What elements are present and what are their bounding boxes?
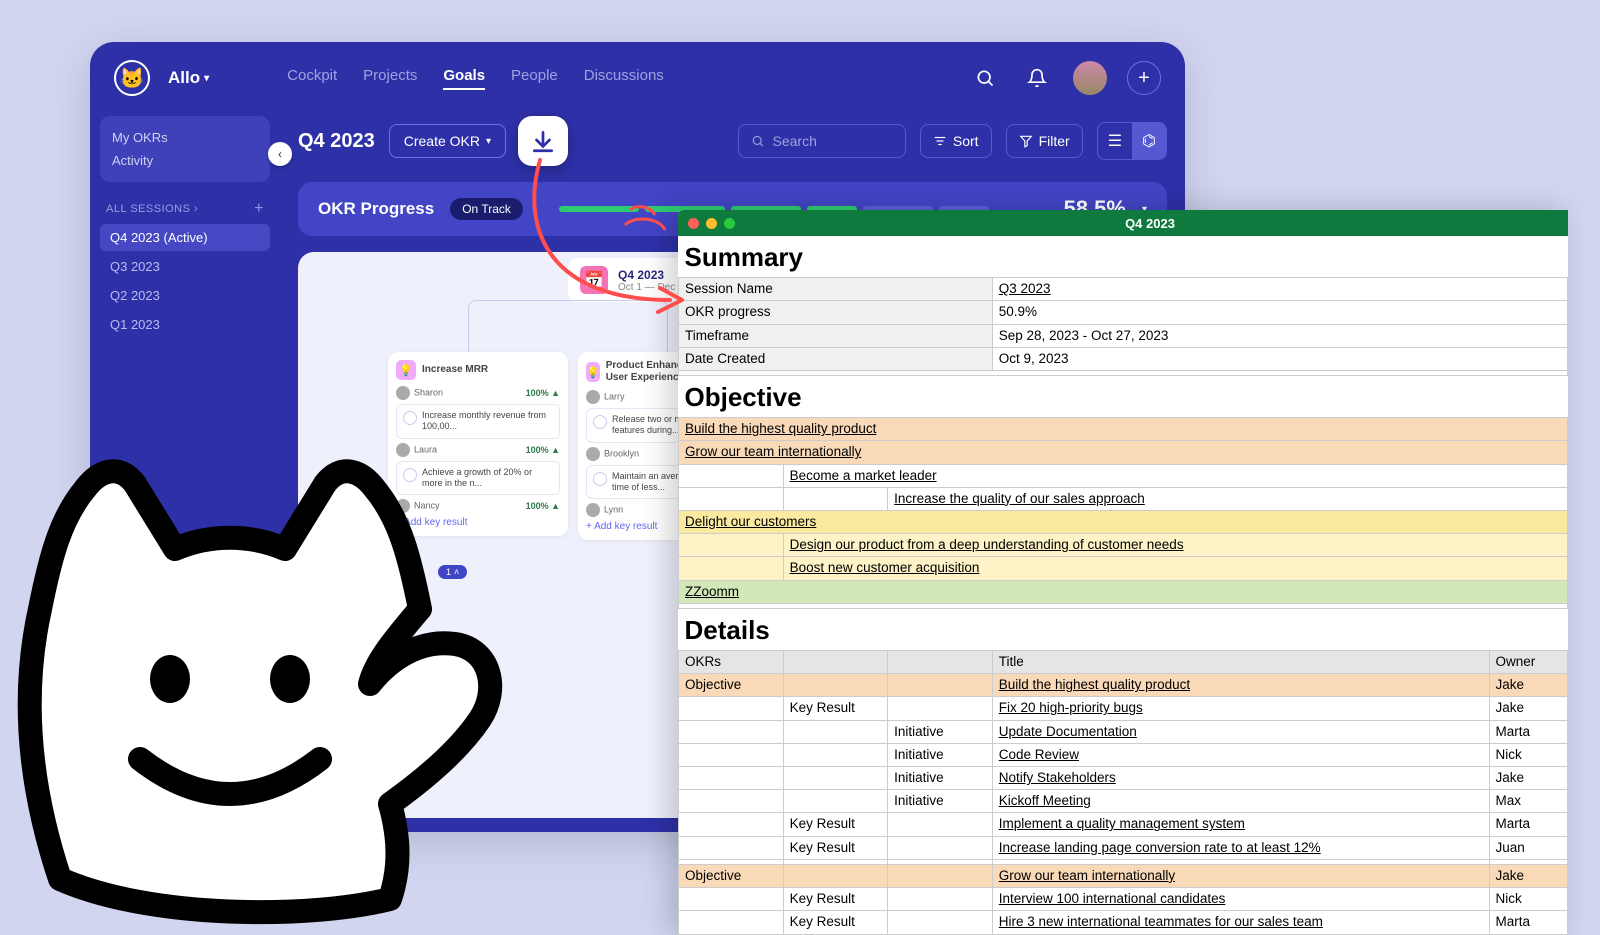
list-view-icon[interactable]: ☰ [1098,123,1132,159]
status-badge: On Track [450,198,523,220]
spreadsheet-window: Q4 2023 SummarySession NameQ3 2023OKR pr… [678,210,1568,935]
session-item[interactable]: Q4 2023 (Active) [100,224,270,251]
download-button[interactable] [518,116,568,166]
nav-tab-people[interactable]: People [511,67,558,90]
minimize-icon[interactable] [706,218,717,229]
view-toggle[interactable]: ☰⌬ [1097,122,1167,160]
app-logo-icon: 🐱 [114,60,150,96]
app-switcher[interactable]: Allo▾ [168,68,209,88]
nav-tabs: Cockpit Projects Goals People Discussions [287,67,664,90]
toolbar: Q4 2023 Create OKR▾ Sort Filter ☰⌬ [298,108,1167,182]
search-input[interactable] [738,124,906,158]
collapse-sidebar-icon[interactable]: ‹ [268,142,292,166]
spreadsheet-grid[interactable]: SummarySession NameQ3 2023OKR progress50… [678,236,1568,935]
window-chrome: Q4 2023 [678,210,1568,236]
add-session-icon[interactable]: + [254,200,264,218]
nav-tab-projects[interactable]: Projects [363,67,417,90]
sort-button[interactable]: Sort [920,124,992,158]
nav-tab-cockpit[interactable]: Cockpit [287,67,337,90]
bell-icon[interactable] [1021,62,1053,94]
session-item[interactable]: Q1 2023 [100,311,270,338]
session-item[interactable]: Q2 2023 [100,282,270,309]
close-icon[interactable] [688,218,699,229]
new-button[interactable]: + [1127,61,1161,95]
chevron-down-icon: ▾ [204,73,209,84]
sheet-title: Q4 2023 [742,216,1558,231]
topbar: 🐱 Allo▾ Cockpit Projects Goals People Discus… [90,42,1185,108]
sessions-header[interactable]: ALL SESSIONS › [106,203,198,215]
sidebar-my-okrs[interactable]: My OKRs [112,126,258,149]
user-avatar[interactable] [1073,61,1107,95]
calendar-icon: 📅 [580,266,608,294]
sidebar-activity[interactable]: Activity [112,149,258,172]
create-okr-button[interactable]: Create OKR▾ [389,124,506,158]
nav-tab-goals[interactable]: Goals [443,67,485,90]
mascot-illustration [0,409,530,929]
nav-tab-discussions[interactable]: Discussions [584,67,664,90]
maximize-icon[interactable] [724,218,735,229]
filter-button[interactable]: Filter [1006,124,1083,158]
session-item[interactable]: Q3 2023 [100,253,270,280]
search-icon[interactable] [969,62,1001,94]
period-title: Q4 2023 [298,130,375,153]
tree-view-icon[interactable]: ⌬ [1132,123,1166,159]
